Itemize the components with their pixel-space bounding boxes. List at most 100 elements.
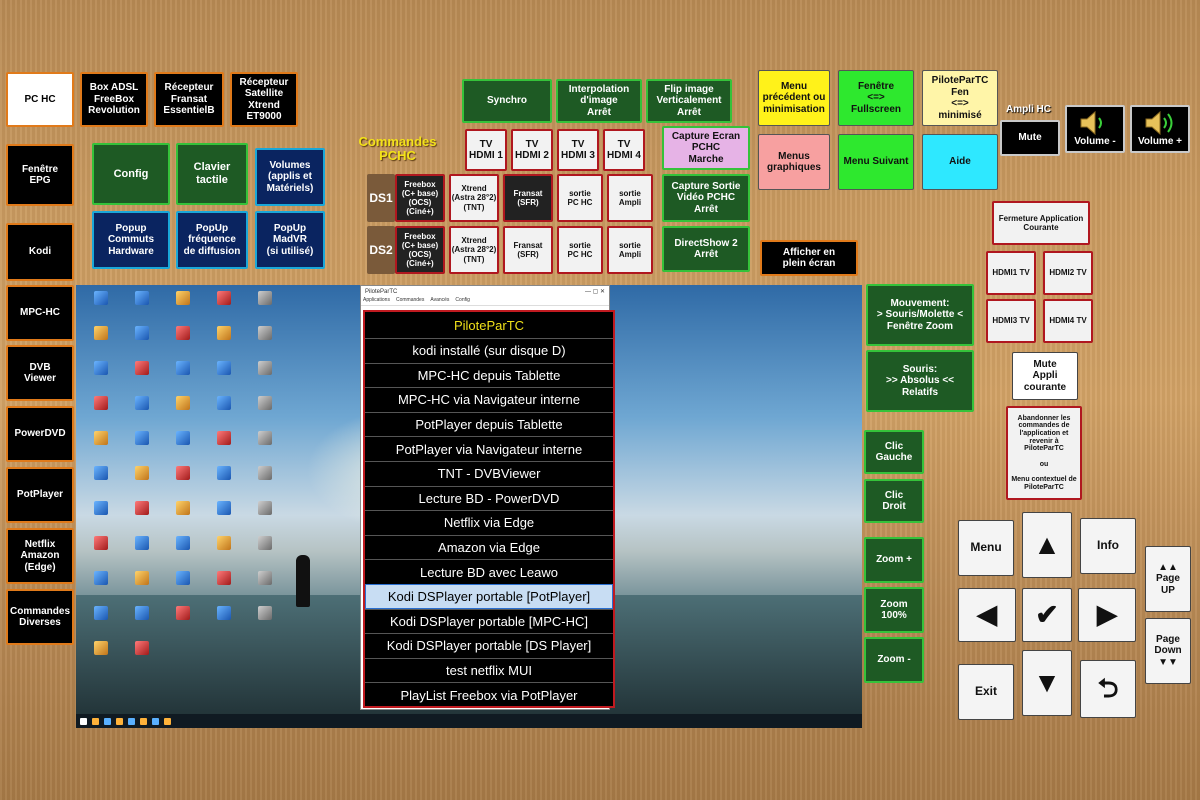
desktop-icon[interactable]: [123, 641, 161, 674]
hdmi3-tv-button[interactable]: HDMI3 TV: [986, 299, 1036, 343]
ds2-sortie-pc-button[interactable]: sortie PC HC: [557, 226, 603, 274]
ds2-freebox-button[interactable]: Freebox (C+ base) (OCS) (Ciné+): [395, 226, 445, 274]
clic-droit-button[interactable]: Clic Droit: [864, 479, 924, 523]
mpc-hc-button[interactable]: MPC-HC: [6, 285, 74, 341]
desktop-icon[interactable]: [205, 431, 243, 464]
desktop-icon[interactable]: [123, 396, 161, 429]
desktop-icon[interactable]: [246, 396, 284, 429]
desktop-icon[interactable]: [246, 291, 284, 324]
desktop-icon[interactable]: [205, 536, 243, 569]
menu-item[interactable]: test netflix MUI: [365, 657, 613, 683]
menu-item[interactable]: PotPlayer via Navigateur interne: [365, 436, 613, 461]
ds2-sortie-ampli-button[interactable]: sortie Ampli: [607, 226, 653, 274]
ok-button[interactable]: ✔: [1022, 588, 1072, 642]
dvb-viewer-button[interactable]: DVB Viewer: [6, 345, 74, 401]
tv-hdmi1-button[interactable]: TV HDMI 1: [465, 129, 507, 171]
menu-commandes[interactable]: Commandes: [396, 297, 424, 305]
volume-minus-button[interactable]: Volume -: [1065, 105, 1125, 153]
mute-appli-button[interactable]: Mute Appli courante: [1012, 352, 1078, 400]
down-arrow-button[interactable]: ▼: [1022, 650, 1072, 716]
desktop-icon[interactable]: [164, 606, 202, 639]
desktop-icon[interactable]: [123, 501, 161, 534]
desktop-icon[interactable]: [123, 431, 161, 464]
desktop-icon[interactable]: [164, 396, 202, 429]
desktop-icon[interactable]: [205, 466, 243, 499]
hdmi4-tv-button[interactable]: HDMI4 TV: [1043, 299, 1093, 343]
desktop-icon[interactable]: [164, 466, 202, 499]
taskbar-app-icon[interactable]: [140, 717, 147, 725]
tv-hdmi2-button[interactable]: TV HDMI 2: [511, 129, 553, 171]
desktop-icon[interactable]: [164, 571, 202, 604]
pilotepartc-window[interactable]: PiloteParTC — ▢ ✕ Applications Commandes…: [360, 285, 615, 710]
menu-item[interactable]: Amazon via Edge: [365, 534, 613, 560]
desktop-icon[interactable]: [82, 466, 120, 499]
menu-item[interactable]: Kodi DSPlayer portable [DS Player]: [365, 633, 613, 658]
powerdvd-button[interactable]: PowerDVD: [6, 406, 74, 462]
capture-sortie-button[interactable]: Capture Sortie Vidéo PCHC Arrêt: [662, 174, 750, 222]
desktop-icon[interactable]: [246, 466, 284, 499]
souris-button[interactable]: Souris: >> Absolus << Relatifs: [866, 350, 974, 412]
pilote-fen-button[interactable]: PiloteParTC Fen <=> minimisé: [922, 70, 998, 126]
desktop-icon[interactable]: [123, 571, 161, 604]
desktop-icon[interactable]: [82, 396, 120, 429]
mouvement-button[interactable]: Mouvement: > Souris/Molette < Fenêtre Zo…: [866, 284, 974, 346]
desktop-icon[interactable]: [82, 641, 120, 674]
kodi-button[interactable]: Kodi: [6, 223, 74, 281]
netflix-amazon-button[interactable]: Netflix Amazon (Edge): [6, 528, 74, 584]
pc-hc-button[interactable]: PC HC: [6, 72, 74, 127]
ds1-sortie-ampli-button[interactable]: sortie Ampli: [607, 174, 653, 222]
desktop-icon[interactable]: [164, 361, 202, 394]
desktop-icon[interactable]: [164, 291, 202, 324]
fenetre-epg-button[interactable]: Fenêtre EPG: [6, 144, 74, 206]
desktop-icon[interactable]: [246, 606, 284, 639]
tv-hdmi3-button[interactable]: TV HDMI 3: [557, 129, 599, 171]
clic-gauche-button[interactable]: Clic Gauche: [864, 430, 924, 474]
desktop-icon[interactable]: [82, 536, 120, 569]
remote-desktop-preview[interactable]: PiloteParTC — ▢ ✕ Applications Commandes…: [76, 285, 862, 728]
desktop-icon[interactable]: [205, 326, 243, 359]
taskbar-app-icon[interactable]: [164, 717, 171, 725]
menu-config[interactable]: Config: [455, 297, 469, 305]
start-icon[interactable]: [80, 717, 87, 725]
afficher-plein-ecran-button[interactable]: Afficher en plein écran: [760, 240, 858, 276]
desktop-icon[interactable]: [205, 606, 243, 639]
menu-nav-button[interactable]: Menu: [958, 520, 1014, 576]
popup-madvr-button[interactable]: PopUp MadVR (si utilisé): [255, 211, 325, 269]
menu-item[interactable]: MPC-HC depuis Tablette: [365, 362, 613, 388]
desktop-icon[interactable]: [82, 291, 120, 324]
ds1-freebox-button[interactable]: Freebox (C+ base) (OCS) (Ciné+): [395, 174, 445, 222]
ds1-xtrend-button[interactable]: Xtrend (Astra 28°2) (TNT): [449, 174, 499, 222]
desktop-icon[interactable]: [246, 571, 284, 604]
desktop-icon[interactable]: [82, 571, 120, 604]
synchro-button[interactable]: Synchro: [462, 79, 552, 123]
desktop-icon[interactable]: [205, 291, 243, 324]
desktop-icon[interactable]: [82, 326, 120, 359]
desktop-icon[interactable]: [123, 326, 161, 359]
desktop-icon[interactable]: [246, 536, 284, 569]
desktop-icon[interactable]: [82, 431, 120, 464]
menu-item[interactable]: Kodi DSPlayer portable [MPC-HC]: [365, 608, 613, 634]
popup-frequence-button[interactable]: PopUp fréquence de diffusion: [176, 211, 248, 269]
page-down-button[interactable]: Page Down ▼▼: [1145, 618, 1191, 684]
zoom-plus-button[interactable]: Zoom +: [864, 537, 924, 583]
desktop-icon[interactable]: [246, 361, 284, 394]
desktop-icon[interactable]: [164, 501, 202, 534]
ds2-fransat-button[interactable]: Fransat (SFR): [503, 226, 553, 274]
recepteur-satellite-button[interactable]: Récepteur Satellite Xtrend ET9000: [230, 72, 298, 127]
taskbar-app-icon[interactable]: [116, 717, 123, 725]
desktop-icon[interactable]: [164, 431, 202, 464]
directshow-button[interactable]: DirectShow 2 Arrêt: [662, 226, 750, 272]
menus-graphiques-button[interactable]: Menus graphiques: [758, 134, 830, 190]
recepteur-fransat-button[interactable]: Récepteur Fransat EssentielB: [154, 72, 224, 127]
desktop-icon[interactable]: [205, 571, 243, 604]
taskbar-app-icon[interactable]: [128, 717, 135, 725]
menu-item[interactable]: PlayList Freebox via PotPlayer: [365, 682, 613, 707]
menu-item[interactable]: kodi installé (sur disque D): [365, 338, 613, 363]
popup-commuts-button[interactable]: Popup Commuts Hardware: [92, 211, 170, 269]
desktop-icon[interactable]: [205, 361, 243, 394]
mute-button[interactable]: Mute: [1000, 120, 1060, 156]
menu-item[interactable]: MPC-HC via Navigateur interne: [365, 387, 613, 412]
config-button[interactable]: Config: [92, 143, 170, 205]
clavier-tactile-button[interactable]: Clavier tactile: [176, 143, 248, 205]
fenetre-fullscreen-button[interactable]: Fenêtre <=> Fullscreen: [838, 70, 914, 126]
